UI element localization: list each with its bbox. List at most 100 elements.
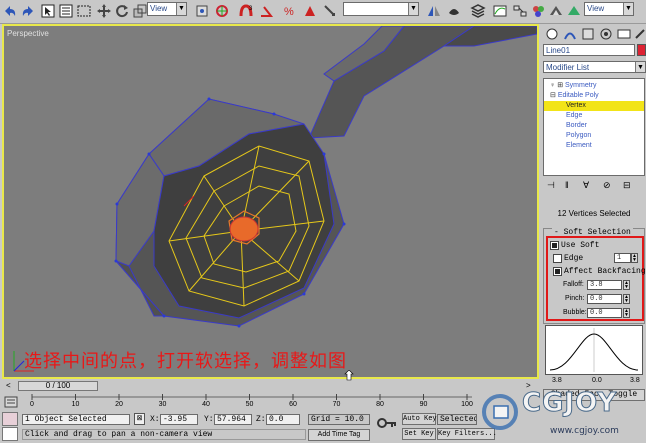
curve-right-value: 3.8 xyxy=(630,377,640,384)
mirror-icon[interactable] xyxy=(426,3,442,19)
pivot-center-icon[interactable] xyxy=(194,3,210,19)
spinner-arrows-icon[interactable]: ▲ ▼ xyxy=(623,308,630,318)
stack-item-polygon[interactable]: Polygon xyxy=(544,131,644,141)
add-time-tag-button[interactable]: Add Time Tag xyxy=(308,429,370,441)
layer-manager-icon[interactable] xyxy=(470,3,486,19)
modify-tab-icon[interactable] xyxy=(562,26,578,42)
schematic-view-icon[interactable] xyxy=(512,3,528,19)
utilities-tab-icon[interactable] xyxy=(632,26,646,42)
motion-tab-icon[interactable] xyxy=(598,26,614,42)
rotate-icon[interactable] xyxy=(114,3,130,19)
spinner-arrows-icon[interactable]: ▲ ▼ xyxy=(631,253,638,263)
use-soft-checkbox[interactable] xyxy=(550,241,559,250)
configure-sets-icon[interactable]: ⊟ xyxy=(623,180,631,191)
auto-key-button[interactable]: Auto Key xyxy=(402,413,437,425)
watermark-brand: CGJOY xyxy=(521,388,618,419)
make-unique-icon[interactable]: ∀ xyxy=(583,180,589,191)
display-tab-icon[interactable] xyxy=(616,26,632,42)
modifier-list-dropdown[interactable]: Modifier List ▼ xyxy=(543,61,646,73)
track-bar-tick-label: 0 xyxy=(30,401,34,408)
bubble-spinner[interactable]: 0.0 xyxy=(587,308,622,318)
select-by-name-icon[interactable] xyxy=(58,3,74,19)
stack-item-editable-poly[interactable]: ⊟ Editable Poly xyxy=(544,91,644,101)
scale-icon[interactable] xyxy=(132,3,148,19)
y-coord-field[interactable]: 57.964 xyxy=(214,414,252,425)
curve-editor-icon[interactable] xyxy=(492,3,508,19)
stack-item-border[interactable]: Border xyxy=(544,121,644,131)
track-bar-tick-label: 90 xyxy=(419,401,428,408)
modifier-stack: ♀ ⊞ Symmetry ⊟ Editable Poly Vertex Edge… xyxy=(543,78,645,176)
create-tab-icon[interactable] xyxy=(544,26,560,42)
align-icon[interactable] xyxy=(446,3,462,19)
stack-item-symmetry[interactable]: ♀ ⊞ Symmetry xyxy=(544,81,644,91)
maxscript-listener-icon[interactable] xyxy=(2,412,18,426)
spinner-arrows-icon[interactable]: ▲ ▼ xyxy=(623,280,630,290)
object-color-swatch[interactable] xyxy=(637,44,646,56)
undo-icon[interactable] xyxy=(2,3,18,19)
falloff-spinner[interactable]: 3.8 xyxy=(587,280,622,290)
chevron-down-icon: ▼ xyxy=(408,3,418,15)
select-manipulate-icon[interactable] xyxy=(214,3,230,19)
mouse-cursor-icon xyxy=(344,369,354,382)
prompt-line: Click and drag to pan a non-camera view xyxy=(22,429,306,440)
key-mode-icon[interactable] xyxy=(376,416,398,430)
track-bar[interactable]: 0 10 20 30 40 50 60 70 80 90 100 xyxy=(2,393,473,411)
selection-lock-icon[interactable]: ⊠ xyxy=(134,413,145,425)
previous-frame-icon[interactable]: < xyxy=(6,381,16,391)
falloff-curve-graph xyxy=(545,325,643,375)
stack-item-edge[interactable]: Edge xyxy=(544,111,644,121)
move-icon[interactable] xyxy=(96,3,112,19)
key-filter-selection[interactable]: Selected xyxy=(437,414,477,425)
y-coord-label: Y: xyxy=(204,415,214,424)
time-slider[interactable]: < 0 / 100 > xyxy=(2,380,539,392)
spinner-arrows-icon[interactable]: ▲ ▼ xyxy=(623,294,630,304)
redo-icon[interactable] xyxy=(20,3,36,19)
region-select-icon[interactable] xyxy=(76,3,92,19)
curve-left-value: 3.8 xyxy=(552,377,562,384)
time-slider-thumb[interactable]: 0 / 100 xyxy=(18,381,98,391)
edge-distance-spinner[interactable]: 1 xyxy=(614,253,631,263)
track-bar-menu-icon[interactable] xyxy=(4,395,18,409)
watermark-url: www.cgjoy.com xyxy=(550,426,619,436)
mesh-render xyxy=(114,26,537,328)
track-bar-tick-label: 10 xyxy=(71,401,80,408)
track-bar-tick-label: 80 xyxy=(376,401,384,408)
reference-coord-value: View xyxy=(150,4,168,13)
edit-named-selection-icon[interactable] xyxy=(322,3,338,19)
z-coord-field[interactable]: 0.0 xyxy=(266,414,300,425)
pin-stack-icon[interactable]: ⊣ xyxy=(547,180,555,191)
maxscript-mini-listener[interactable] xyxy=(2,427,18,441)
select-object-icon[interactable] xyxy=(40,3,56,19)
pinch-spinner[interactable]: 0.0 xyxy=(587,294,622,304)
selection-info: 12 Vertices Selected xyxy=(557,209,631,218)
angle-snap-icon[interactable] xyxy=(258,3,274,19)
stack-item-vertex[interactable]: Vertex xyxy=(544,101,644,111)
render-scene-icon[interactable] xyxy=(548,3,564,19)
show-end-result-icon[interactable]: ‖ xyxy=(565,180,569,190)
stack-item-label: Border xyxy=(566,122,588,129)
edge-distance-checkbox[interactable] xyxy=(553,254,562,263)
material-editor-icon[interactable] xyxy=(530,3,546,19)
quick-render-icon[interactable] xyxy=(566,3,582,19)
falloff-label: Falloff: xyxy=(563,281,584,288)
set-key-button[interactable]: Set Key xyxy=(402,428,436,440)
hierarchy-tab-icon[interactable] xyxy=(580,26,596,42)
named-selection-dropdown[interactable]: ▼ xyxy=(343,2,419,16)
track-bar-tick-label: 70 xyxy=(332,401,341,408)
snap-toggle-icon[interactable]: 3 xyxy=(238,3,254,19)
reference-coord-dropdown[interactable]: View ▼ xyxy=(147,2,187,16)
render-type-dropdown[interactable]: View ▼ xyxy=(584,2,634,16)
track-bar-tick-label: 20 xyxy=(115,401,123,408)
perspective-viewport[interactable]: Perspective 选择中间的点，打开软选择，调整如图 xyxy=(2,24,539,379)
stack-item-label: Polygon xyxy=(566,132,592,139)
affect-backfacing-checkbox[interactable] xyxy=(553,267,562,276)
tutorial-caption: 选择中间的点，打开软选择，调整如图 xyxy=(24,351,347,372)
spinner-snap-icon[interactable] xyxy=(302,3,318,19)
object-name-field[interactable]: Line01 xyxy=(543,44,635,56)
stack-item-element[interactable]: Element xyxy=(544,141,644,151)
track-bar-tick-label: 50 xyxy=(245,401,254,408)
stack-item-label: Editable Poly xyxy=(557,92,599,99)
x-coord-field[interactable]: -3.95 xyxy=(160,414,198,425)
remove-modifier-icon[interactable]: ⊘ xyxy=(603,180,611,191)
percent-snap-icon[interactable]: % xyxy=(282,3,298,19)
